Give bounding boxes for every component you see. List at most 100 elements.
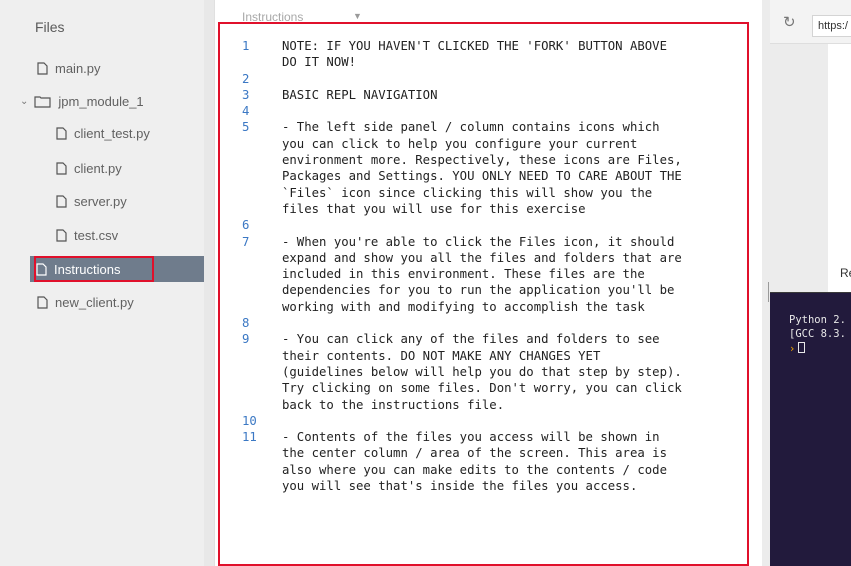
line-number: 4 (242, 104, 250, 119)
code-text: also where you can make edits to the con… (282, 462, 667, 477)
code-line[interactable]: you can click to help you configure your… (230, 136, 740, 152)
code-line[interactable]: 11 - Contents of the files you access wil… (230, 429, 740, 445)
code-line[interactable]: you will see that's inside the files you… (230, 478, 740, 494)
code-text: Try clicking on some files. Don't worry,… (282, 381, 682, 396)
line-number (230, 136, 282, 152)
line-number (230, 364, 282, 380)
file-item-client-py[interactable]: client.py (56, 155, 122, 181)
preview-side-panel (770, 44, 828, 292)
code-text: working with and modifying to accomplish… (282, 299, 645, 314)
code-line[interactable]: Packages and Settings. YOU ONLY NEED TO … (230, 168, 740, 184)
line-number (230, 152, 282, 168)
code-area[interactable]: 1 NOTE: IF YOU HAVEN'T CLICKED THE 'FORK'… (230, 38, 740, 494)
code-line[interactable]: files that you will use for this exercis… (230, 201, 740, 217)
code-text: back to the instructions file. (282, 397, 505, 412)
code-line[interactable]: 10 (230, 413, 740, 429)
line-number: 8 (242, 316, 250, 331)
code-text: you will see that's inside the files you… (282, 479, 638, 494)
code-line[interactable]: 5 - The left side panel / column contains… (230, 119, 740, 135)
line-number (230, 380, 282, 396)
code-text: environment more. Respectively, these ic… (282, 153, 682, 168)
reload-icon[interactable]: ↻ (783, 13, 796, 31)
file-icon (37, 295, 48, 309)
file-item-client-test-py[interactable]: client_test.py (56, 120, 150, 146)
code-line[interactable]: DO IT NOW! (230, 54, 740, 70)
line-number (230, 462, 282, 478)
line-number: 9 (242, 332, 250, 347)
line-number: 10 (242, 413, 257, 428)
code-line[interactable]: 2 (230, 71, 740, 87)
code-line[interactable]: their contents. DO NOT MAKE ANY CHANGES … (230, 348, 740, 364)
file-item-server-py[interactable]: server.py (56, 188, 127, 214)
file-icon (56, 161, 67, 175)
line-number (230, 478, 282, 494)
output-resize-handle[interactable] (768, 282, 769, 302)
code-line[interactable]: 6 (230, 217, 740, 233)
line-number: 1 (242, 39, 250, 53)
line-number: 2 (242, 71, 250, 86)
code-line[interactable]: (guidelines below will help you do that … (230, 364, 740, 380)
code-text: - You can click any of the files and fol… (282, 332, 660, 347)
code-line[interactable]: Try clicking on some files. Don't worry,… (230, 380, 740, 396)
chevron-down-icon[interactable]: ⌄ (20, 96, 28, 107)
file-icon (56, 228, 67, 242)
file-item-test-csv[interactable]: test.csv (56, 222, 118, 248)
file-icon (36, 262, 47, 276)
line-number: 5 (242, 120, 250, 135)
code-text: dependencies for you to run the applicat… (282, 283, 675, 298)
file-icon (56, 194, 67, 208)
code-line[interactable]: 8 (230, 315, 740, 331)
line-number (230, 282, 282, 298)
code-text: you can click to help you configure your… (282, 136, 638, 151)
console-line: [GCC 8.3. (789, 328, 846, 340)
code-line[interactable]: the center column / area of the screen. … (230, 445, 740, 461)
folder-item-jpm-module-1[interactable]: ⌄ jpm_module_1 (20, 88, 144, 114)
file-icon (56, 126, 67, 140)
tab-dropdown-icon[interactable]: ▼ (353, 11, 362, 21)
line-number (230, 348, 282, 364)
line-number (230, 54, 282, 70)
code-text: - The left side panel / column contains … (282, 120, 660, 135)
editor-gutter (204, 0, 214, 566)
code-line[interactable]: also where you can make edits to the con… (230, 462, 740, 478)
console-prompt-line[interactable]: › (789, 342, 806, 355)
code-line[interactable]: expand and show you all the files and fo… (230, 250, 740, 266)
console-line: Python 2. (789, 314, 846, 326)
code-text: DO IT NOW! (282, 55, 357, 70)
code-line[interactable]: 4 (230, 103, 740, 119)
file-item-instructions[interactable]: Instructions (30, 256, 204, 282)
code-line[interactable]: included in this environment. These file… (230, 266, 740, 282)
line-number (230, 185, 282, 201)
code-line[interactable]: dependencies for you to run the applicat… (230, 282, 740, 298)
code-line[interactable]: 3 BASIC REPL NAVIGATION (230, 87, 740, 103)
code-line[interactable]: environment more. Respectively, these ic… (230, 152, 740, 168)
file-item-main-py[interactable]: main.py (37, 55, 101, 81)
code-line[interactable]: `Files` icon since clicking this will sh… (230, 185, 740, 201)
code-text: NOTE: IF YOU HAVEN'T CLICKED THE 'FORK' … (282, 39, 667, 53)
folder-icon (34, 95, 51, 108)
code-line[interactable]: back to the instructions file. (230, 397, 740, 413)
line-number (230, 299, 282, 315)
code-text: included in this environment. These file… (282, 267, 645, 282)
code-line[interactable]: 1 NOTE: IF YOU HAVEN'T CLICKED THE 'FORK'… (230, 38, 740, 54)
code-text: BASIC REPL NAVIGATION (282, 87, 438, 102)
line-number (230, 397, 282, 413)
files-panel-title: Files (35, 19, 65, 35)
code-line[interactable]: 7 - When you're able to click the Files i… (230, 234, 740, 250)
line-number (230, 201, 282, 217)
code-text: (guidelines below will help you do that … (282, 364, 682, 379)
line-number: 6 (242, 218, 250, 233)
code-text: their contents. DO NOT MAKE ANY CHANGES … (282, 348, 601, 363)
prompt-icon: › (789, 343, 796, 355)
code-line[interactable]: 9 - You can click any of the files and fo… (230, 331, 740, 347)
code-text: expand and show you all the files and fo… (282, 250, 682, 265)
line-number (230, 445, 282, 461)
file-item-new-client-py[interactable]: new_client.py (37, 289, 134, 315)
line-number (230, 250, 282, 266)
file-icon (37, 61, 48, 75)
cursor-icon (798, 342, 806, 353)
line-number: 7 (242, 234, 250, 249)
code-line[interactable]: working with and modifying to accomplish… (230, 299, 740, 315)
code-text: Packages and Settings. YOU ONLY NEED TO … (282, 169, 682, 184)
url-input[interactable]: https:/ (812, 15, 851, 37)
